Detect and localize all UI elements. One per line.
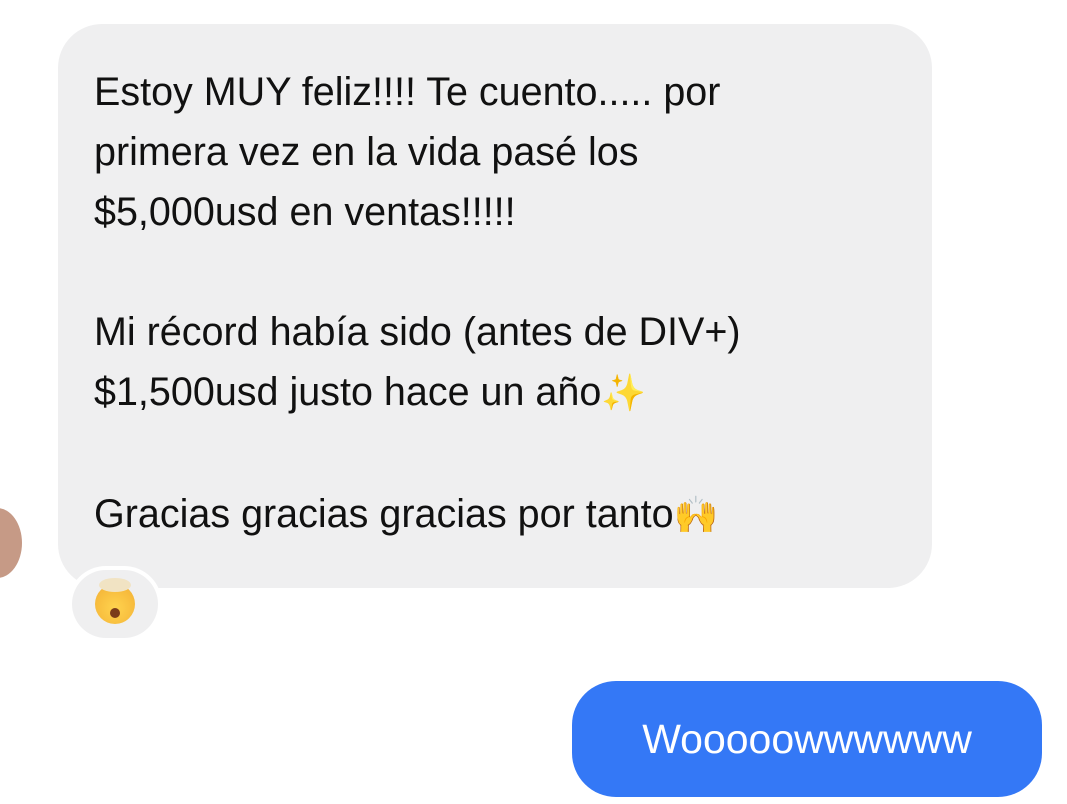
message-line-text: Gracias gracias gracias por tanto [94,492,674,536]
message-thread: Estoy MUY feliz!!!! Te cuento..... por p… [0,0,1067,804]
message-line: primera vez en la vida pasé los [94,130,639,174]
message-line-text: $1,500usd justo hace un año [94,370,602,414]
incoming-message-bubble[interactable]: Estoy MUY feliz!!!! Te cuento..... por p… [58,24,932,588]
exploding-head-icon [95,578,135,624]
message-line: $5,000usd en ventas!!!!! [94,190,516,234]
message-line: $1,500usd justo hace un año✨ [94,362,902,424]
message-line: Mi récord había sido (antes de DIV+) [94,310,741,354]
message-paragraph: Estoy MUY feliz!!!! Te cuento..... por M… [94,302,902,424]
reaction-bubble [72,570,158,638]
message-line: Gracias gracias gracias por tanto🙌 [94,484,902,546]
message-paragraph: Estoy MUY feliz!!!! Te cuento..... por p… [94,62,902,242]
sparkles-icon: ✨ [601,373,647,414]
raising-hands-icon: 🙌 [673,495,719,536]
outgoing-message-text: Wooooowwwwww [642,715,972,762]
message-paragraph: Gracias gracias gracias por tanto🙌 [94,484,902,546]
outgoing-message-bubble[interactable]: Wooooowwwwww [572,681,1042,797]
message-reaction[interactable] [68,566,162,642]
avatar[interactable] [0,508,22,578]
message-line: Estoy MUY feliz!!!! Te cuento..... por [94,70,721,114]
